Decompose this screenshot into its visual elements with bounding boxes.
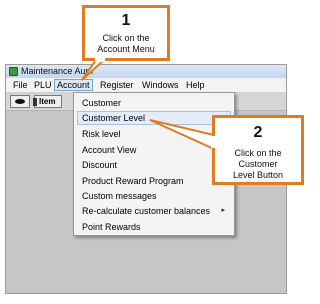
callout-2-join [211, 136, 216, 148]
callout-step-2: 2 Click on the Customer Level Button [212, 115, 304, 185]
callout-1-line2: Account Menu [97, 44, 155, 54]
callout-1-join [95, 57, 105, 62]
callout-2-pointer [149, 119, 215, 151]
callout-step-1: 1 Click on the Account Menu [82, 5, 170, 61]
callout-2-line2: Level Button [232, 170, 284, 180]
callout-1-number: 1 [121, 12, 131, 29]
callout-1-line1: Click on the [102, 33, 150, 43]
callout-2-line1: Click on the Customer [234, 148, 282, 169]
callout-1-pointer [81, 59, 107, 81]
callout-2-number: 2 [253, 124, 263, 141]
